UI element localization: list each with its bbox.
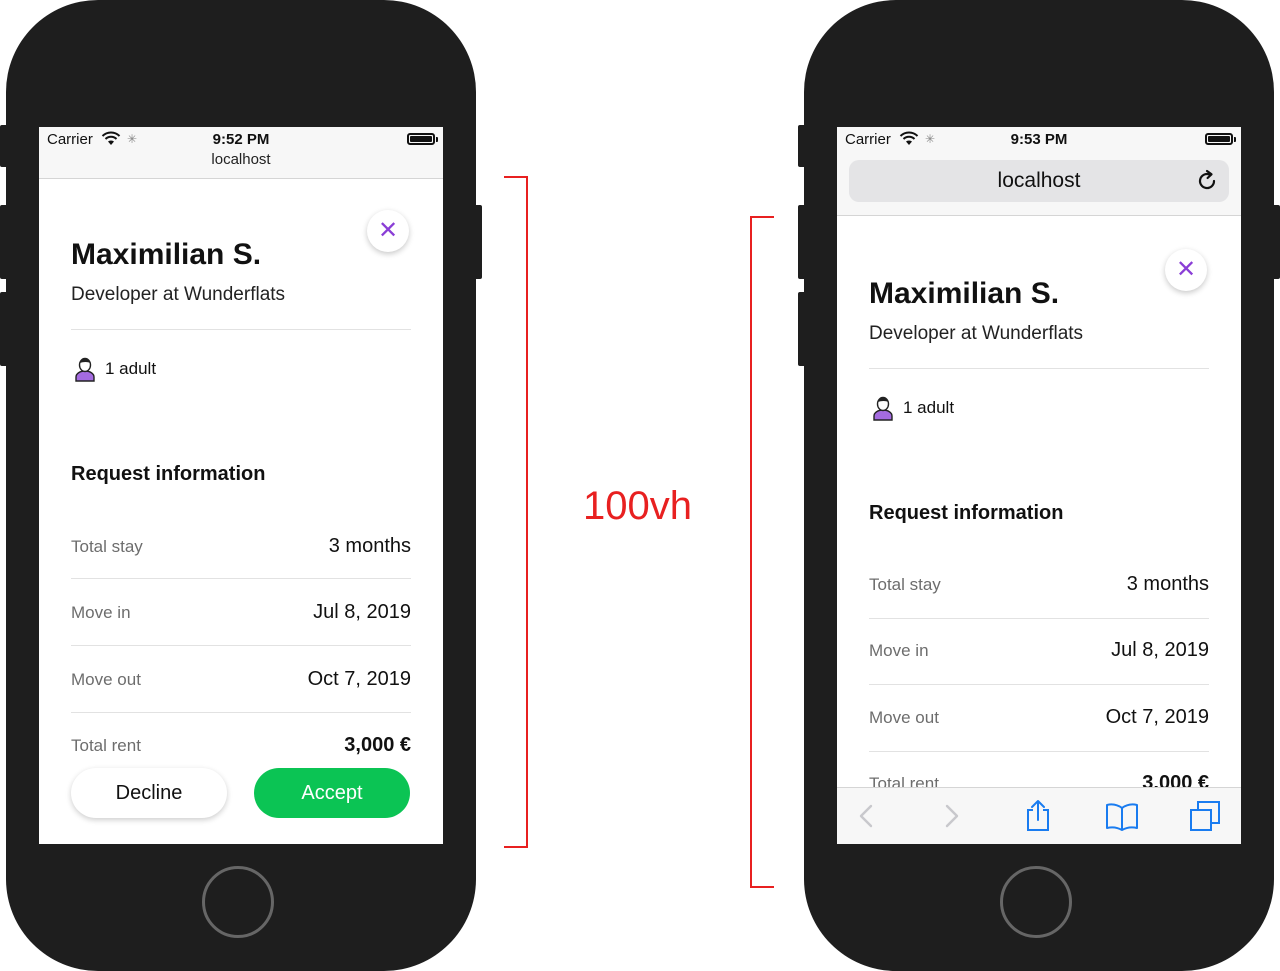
- close-button[interactable]: ✕: [1165, 249, 1207, 291]
- row-label: Total stay: [869, 575, 941, 594]
- divider: [869, 751, 1209, 752]
- phone-left: Carrier ✳ 9:52 PM localhost ✕ Maximilian…: [0, 0, 482, 971]
- row-label: Total stay: [71, 537, 143, 556]
- volume-down-button: [798, 292, 806, 366]
- url-label[interactable]: localhost: [39, 151, 443, 168]
- person-icon: [75, 357, 95, 382]
- close-icon: ✕: [1175, 256, 1197, 283]
- row-value: Oct 7, 2019: [307, 668, 411, 690]
- info-row: Move in Jul 8, 2019: [71, 601, 411, 623]
- info-row: Move in Jul 8, 2019: [869, 639, 1209, 661]
- status-bar: Carrier ✳ 9:53 PM: [837, 127, 1241, 153]
- volume-up-button: [0, 205, 8, 279]
- decline-button[interactable]: Decline: [71, 768, 227, 818]
- safari-toolbar: [837, 787, 1241, 844]
- info-row: Move out Oct 7, 2019: [71, 668, 411, 690]
- home-button[interactable]: [202, 866, 274, 938]
- share-icon[interactable]: [1020, 798, 1056, 834]
- volume-up-button: [798, 205, 806, 279]
- divider: [869, 684, 1209, 685]
- section-title: Request information: [71, 463, 266, 485]
- row-label: Move out: [71, 670, 141, 689]
- mute-switch: [798, 125, 806, 167]
- guest-count: 1 adult: [105, 359, 157, 378]
- accept-button[interactable]: Accept: [254, 768, 410, 818]
- volume-down-button: [0, 292, 8, 366]
- bookmarks-icon[interactable]: [1104, 798, 1140, 834]
- row-value: 3 months: [328, 535, 411, 557]
- height-bracket-right: [750, 216, 774, 888]
- guest-name: Maximilian S.: [71, 238, 262, 271]
- divider: [71, 578, 411, 579]
- guest-count: 1 adult: [903, 398, 955, 417]
- row-value: Oct 7, 2019: [1105, 706, 1209, 728]
- tabs-icon[interactable]: [1187, 798, 1223, 834]
- info-row: Total stay 3 months: [71, 535, 411, 557]
- row-value: Jul 8, 2019: [1111, 639, 1209, 661]
- divider: [71, 712, 411, 713]
- power-button: [474, 205, 482, 279]
- section-title: Request information: [869, 502, 1064, 524]
- divider: [71, 645, 411, 646]
- row-value: 3,000 €: [344, 734, 411, 756]
- status-time: 9:53 PM: [1010, 131, 1068, 148]
- info-row: Move out Oct 7, 2019: [869, 706, 1209, 728]
- status-bar: Carrier ✳ 9:52 PM: [39, 127, 443, 153]
- reload-icon[interactable]: [1195, 169, 1219, 193]
- battery-icon: [407, 133, 438, 145]
- battery-icon: [1205, 133, 1236, 145]
- back-icon[interactable]: [849, 798, 885, 834]
- phone-right: Carrier ✳ 9:53 PM localhost ✕ Maximilian…: [798, 0, 1280, 971]
- guest-job: Developer at Wunderflats: [869, 323, 1084, 344]
- home-button[interactable]: [1000, 866, 1072, 938]
- forward-icon[interactable]: [933, 798, 969, 834]
- divider: [71, 329, 411, 330]
- guest-name: Maximilian S.: [869, 277, 1060, 310]
- close-button[interactable]: ✕: [367, 210, 409, 252]
- info-row: Total rent 3,000 €: [71, 734, 411, 756]
- row-label: Move in: [71, 603, 131, 622]
- guest-job: Developer at Wunderflats: [71, 284, 286, 305]
- mute-switch: [0, 125, 8, 167]
- info-row: Total stay 3 months: [869, 573, 1209, 595]
- row-label: Move out: [869, 708, 939, 727]
- annotation-label: 100vh: [583, 484, 692, 528]
- row-label: Total rent: [71, 736, 141, 755]
- screen: Carrier ✳ 9:53 PM localhost ✕ Maximilian…: [837, 127, 1241, 844]
- person-icon: [873, 396, 893, 421]
- address-bar[interactable]: localhost: [849, 160, 1229, 202]
- height-bracket-left: [504, 176, 528, 848]
- row-value: 3 months: [1126, 573, 1209, 595]
- row-value: Jul 8, 2019: [313, 601, 411, 623]
- status-time: 9:52 PM: [212, 131, 270, 148]
- divider: [869, 618, 1209, 619]
- close-icon: ✕: [377, 217, 399, 244]
- divider: [869, 368, 1209, 369]
- url-label: localhost: [997, 169, 1081, 192]
- screen: Carrier ✳ 9:52 PM localhost ✕ Maximilian…: [39, 127, 443, 844]
- power-button: [1272, 205, 1280, 279]
- row-label: Move in: [869, 641, 929, 660]
